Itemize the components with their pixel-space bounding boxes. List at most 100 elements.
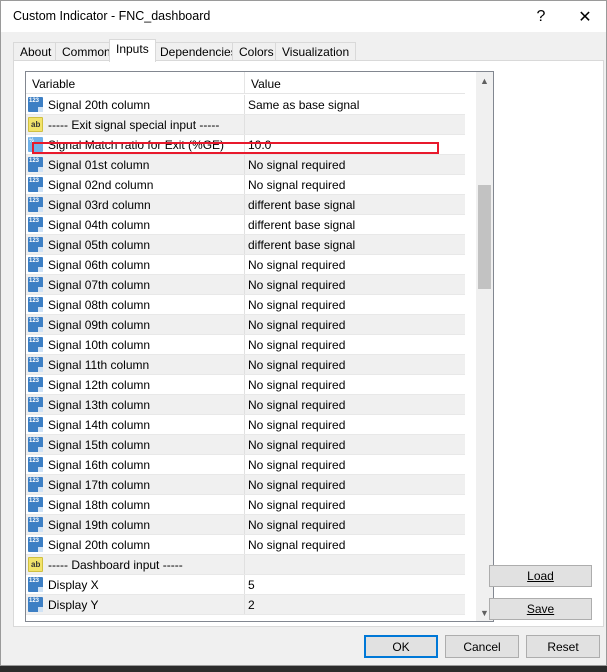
integer-type-icon: 123 bbox=[28, 257, 43, 272]
column-header-value[interactable]: Value bbox=[244, 72, 465, 94]
row-value[interactable]: No signal required bbox=[244, 335, 465, 354]
ok-button[interactable]: OK bbox=[364, 635, 438, 658]
save-button[interactable]: Save bbox=[489, 598, 592, 620]
row-variable: Display X bbox=[48, 578, 99, 592]
row-value[interactable]: different base signal bbox=[244, 235, 465, 254]
load-button[interactable]: Load bbox=[489, 565, 592, 587]
table-row[interactable]: 123 Signal 07th column No signal required bbox=[26, 275, 465, 295]
integer-type-icon: 123 bbox=[28, 537, 43, 552]
row-variable: Signal 19th column bbox=[48, 518, 151, 532]
row-value[interactable]: No signal required bbox=[244, 455, 465, 474]
integer-type-icon: 123 bbox=[28, 457, 43, 472]
row-value[interactable]: No signal required bbox=[244, 535, 465, 554]
tab-dependencies[interactable]: Dependencies bbox=[153, 42, 244, 61]
table-row[interactable]: 123 Signal 16th column No signal required bbox=[26, 455, 465, 475]
table-row[interactable]: 123 Signal 20th column Same as base signal bbox=[26, 95, 465, 115]
row-value[interactable] bbox=[244, 555, 465, 574]
integer-type-icon: 123 bbox=[28, 577, 43, 592]
cancel-button[interactable]: Cancel bbox=[445, 635, 519, 658]
row-value[interactable]: different base signal bbox=[244, 195, 465, 214]
row-value[interactable]: No signal required bbox=[244, 255, 465, 274]
table-row[interactable]: 123 Signal 05th column different base sign… bbox=[26, 235, 465, 255]
table-row[interactable]: 123 Display X 5 bbox=[26, 575, 465, 595]
row-value[interactable]: No signal required bbox=[244, 275, 465, 294]
row-value[interactable]: No signal required bbox=[244, 295, 465, 314]
row-value[interactable]: No signal required bbox=[244, 315, 465, 334]
integer-type-icon: 123 bbox=[28, 337, 43, 352]
table-row[interactable]: 123 Signal 19th column No signal required bbox=[26, 515, 465, 535]
table-row[interactable]: ab ----- Dashboard input ----- bbox=[26, 555, 465, 575]
row-variable: ----- Exit signal special input ----- bbox=[48, 118, 220, 132]
row-value[interactable]: No signal required bbox=[244, 155, 465, 174]
tab-visualization[interactable]: Visualization bbox=[275, 42, 357, 61]
tab-about[interactable]: About bbox=[13, 42, 59, 61]
row-variable: Signal Match ratio for Exit (%GE) bbox=[48, 138, 225, 152]
help-button[interactable]: ? bbox=[519, 1, 563, 32]
table-row[interactable]: 123 Signal 06th column No signal required bbox=[26, 255, 465, 275]
row-variable: Signal 20th column bbox=[48, 538, 151, 552]
row-value[interactable]: No signal required bbox=[244, 435, 465, 454]
tab-colors[interactable]: Colors bbox=[232, 42, 281, 61]
row-variable: Signal 11th column bbox=[48, 358, 150, 372]
table-row[interactable]: 123 Signal 01st column No signal required bbox=[26, 155, 465, 175]
row-value[interactable]: 10.0 bbox=[244, 135, 465, 154]
integer-type-icon: 123 bbox=[28, 477, 43, 492]
row-variable: Signal 08th column bbox=[48, 298, 151, 312]
scroll-up-icon[interactable]: ▲ bbox=[476, 72, 493, 89]
string-type-icon: ab bbox=[28, 117, 43, 132]
row-variable: Signal 05th column bbox=[48, 238, 151, 252]
table-row[interactable]: 123 Signal 09th column No signal required bbox=[26, 315, 465, 335]
table-row[interactable]: 123 Signal 13th column No signal required bbox=[26, 395, 465, 415]
row-value[interactable]: No signal required bbox=[244, 375, 465, 394]
table-row[interactable]: 123 Signal 14th column No signal required bbox=[26, 415, 465, 435]
row-value[interactable]: No signal required bbox=[244, 515, 465, 534]
row-variable: Signal 02nd column bbox=[48, 178, 154, 192]
integer-type-icon: 123 bbox=[28, 317, 43, 332]
row-value[interactable]: different base signal bbox=[244, 215, 465, 234]
row-variable: Signal 09th column bbox=[48, 318, 151, 332]
reset-button[interactable]: Reset bbox=[526, 635, 600, 658]
table-row[interactable]: 123 Signal 11th column No signal required bbox=[26, 355, 465, 375]
scrollbar-thumb[interactable] bbox=[478, 185, 491, 289]
integer-type-icon: 123 bbox=[28, 157, 43, 172]
table-row[interactable]: 123 Signal 17th column No signal required bbox=[26, 475, 465, 495]
row-value[interactable]: No signal required bbox=[244, 395, 465, 414]
table-row[interactable]: 123 Signal 20th column No signal required bbox=[26, 535, 465, 555]
row-variable: ----- Dashboard input ----- bbox=[48, 558, 183, 572]
table-row[interactable]: 123 Signal 12th column No signal required bbox=[26, 375, 465, 395]
row-value[interactable]: No signal required bbox=[244, 415, 465, 434]
column-header-variable[interactable]: Variable bbox=[26, 72, 245, 94]
load-button-label: Load bbox=[527, 569, 554, 583]
row-value[interactable] bbox=[244, 115, 465, 134]
table-row[interactable]: 123 Signal 03rd column different base sign… bbox=[26, 195, 465, 215]
row-value[interactable]: No signal required bbox=[244, 495, 465, 514]
row-value[interactable]: Same as base signal bbox=[244, 95, 465, 114]
row-value[interactable]: No signal required bbox=[244, 355, 465, 374]
integer-type-icon: 123 bbox=[28, 377, 43, 392]
row-value[interactable]: 5 bbox=[244, 575, 465, 594]
table-row[interactable]: 123 Signal 08th column No signal required bbox=[26, 295, 465, 315]
close-button[interactable]: ✕ bbox=[563, 1, 606, 32]
table-row[interactable]: 123 Display Y 2 bbox=[26, 595, 465, 615]
integer-type-icon: 123 bbox=[28, 497, 43, 512]
table-row[interactable]: ab ----- Exit signal special input ----- bbox=[26, 115, 465, 135]
row-variable: Signal 06th column bbox=[48, 258, 151, 272]
table-row[interactable]: 123 Signal 02nd column No signal required bbox=[26, 175, 465, 195]
save-button-label: Save bbox=[526, 602, 555, 616]
table-row[interactable]: ½ Signal Match ratio for Exit (%GE) 10.0 bbox=[26, 135, 465, 155]
inputs-grid: Variable Value 123 Signal 20th column Same… bbox=[25, 71, 494, 622]
row-variable: Signal 17th column bbox=[48, 478, 151, 492]
double-type-icon: ½ bbox=[28, 137, 43, 152]
table-row[interactable]: 123 Signal 15th column No signal required bbox=[26, 435, 465, 455]
row-value[interactable]: No signal required bbox=[244, 475, 465, 494]
row-value[interactable]: 2 bbox=[244, 595, 465, 614]
tab-inputs[interactable]: Inputs bbox=[109, 39, 156, 62]
row-variable: Signal 04th column bbox=[48, 218, 151, 232]
table-row[interactable]: 123 Signal 04th column different base sign… bbox=[26, 215, 465, 235]
vertical-scrollbar[interactable]: ▲ ▼ bbox=[476, 72, 493, 621]
table-row[interactable]: 123 Signal 10th column No signal required bbox=[26, 335, 465, 355]
row-variable: Signal 01st column bbox=[48, 158, 150, 172]
table-row[interactable]: 123 Signal 18th column No signal required bbox=[26, 495, 465, 515]
custom-indicator-dialog: Custom Indicator - FNC_dashboard ? ✕ Abo… bbox=[0, 0, 607, 666]
row-value[interactable]: No signal required bbox=[244, 175, 465, 194]
